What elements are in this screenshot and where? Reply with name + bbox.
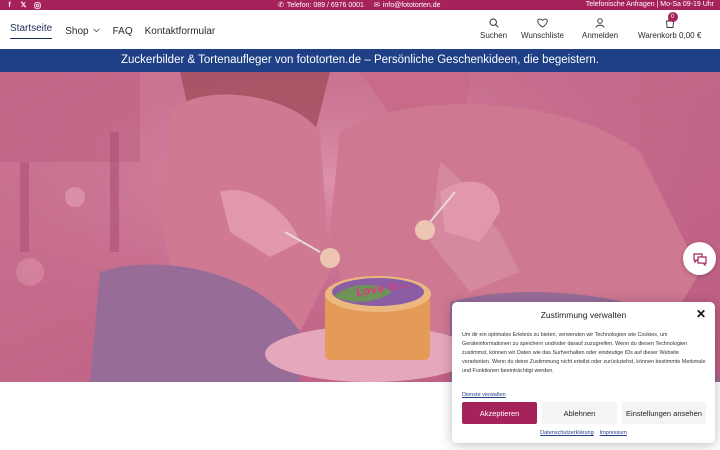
cart-button[interactable]: 0 Warenkorb 0,00 € <box>638 12 702 40</box>
login-button[interactable]: Anmelden <box>582 18 618 40</box>
manage-services-label: Dienste verwalten <box>462 392 506 398</box>
mail-icon: ✉ <box>373 2 380 9</box>
cookie-footer-links: Datenschutzerklärung Impressum <box>452 430 715 436</box>
x-twitter-icon[interactable]: 𝕏 <box>20 2 27 9</box>
cart-label: Warenkorb 0,00 € <box>638 31 702 40</box>
chevron-down-icon <box>92 27 100 35</box>
cookie-dialog-text: Um dir ein optimales Erlebnis zu bieten,… <box>462 332 706 374</box>
accept-button[interactable]: Akzeptieren <box>462 402 537 424</box>
email-label: info@fototorten.de <box>382 1 441 9</box>
login-label: Anmelden <box>582 31 619 40</box>
phone-hours: Telefonische Anfragen | Mo-Sa 09-19 Uhr <box>585 1 714 8</box>
search-label: Suchen <box>480 31 508 40</box>
promo-banner: Zuckerbilder & Tortenaufleger von fototo… <box>0 49 720 72</box>
main-nav: Startseite Shop FAQ Kontaktformular <box>10 23 215 39</box>
wishlist-button[interactable]: Wunschliste <box>521 18 564 40</box>
social-links: f 𝕏 <box>6 0 41 10</box>
page: f 𝕏 ✆ Telefon: 089 / 6976 0001 ✉ info@fo… <box>0 0 720 450</box>
nav-item-shop[interactable]: Shop <box>65 23 100 39</box>
nav-label: Shop <box>65 25 89 37</box>
cookie-dialog-title: Zustimmung verwalten <box>540 310 627 320</box>
chat-bubble-icon <box>692 252 707 266</box>
cookie-buttons: Akzeptieren Ablehnen Einstellungen anseh… <box>462 402 706 424</box>
deny-button[interactable]: Ablehnen <box>542 402 617 424</box>
top-bar: f 𝕏 ✆ Telefon: 089 / 6976 0001 ✉ info@fo… <box>0 0 720 10</box>
heart-icon <box>537 18 548 28</box>
cart-count-badge: 0 <box>667 12 678 22</box>
site-header: Startseite Shop FAQ Kontaktformular Such… <box>0 10 720 49</box>
nav-item-faq[interactable]: FAQ <box>113 23 133 39</box>
cart-icon-wrap: 0 <box>665 12 678 31</box>
nav-label: FAQ <box>112 25 133 37</box>
cookie-consent-dialog: Zustimmung verwalten ✕ Um dir ein optima… <box>452 302 715 443</box>
manage-services-link[interactable]: Dienste verwalten <box>462 383 506 401</box>
nav-item-kontaktformular[interactable]: Kontaktformular <box>145 23 216 39</box>
search-icon <box>489 18 499 28</box>
view-preferences-button[interactable]: Einstellungen ansehen <box>622 402 706 424</box>
nav-label: Kontaktformular <box>144 25 216 37</box>
wishlist-label: Wunschliste <box>521 31 564 40</box>
nav-item-startseite[interactable]: Startseite <box>10 23 53 39</box>
facebook-icon[interactable]: f <box>6 2 13 9</box>
privacy-policy-link[interactable]: Datenschutzerklärung <box>540 430 594 436</box>
search-button[interactable]: Suchen <box>480 18 507 40</box>
imprint-link[interactable]: Impressum <box>600 430 627 436</box>
contact-info: ✆ Telefon: 089 / 6976 0001 ✉ info@fototo… <box>278 0 441 10</box>
nav-label: Startseite <box>10 23 53 34</box>
phone-label: Telefon: 089 / 6976 0001 <box>286 1 364 9</box>
phone-link[interactable]: ✆ Telefon: 089 / 6976 0001 <box>278 1 364 10</box>
instagram-icon[interactable] <box>34 1 41 9</box>
user-icon <box>595 18 605 28</box>
close-icon[interactable]: ✕ <box>696 308 706 320</box>
phone-icon: ✆ <box>278 2 284 9</box>
email-link[interactable]: ✉ info@fototorten.de <box>373 1 441 10</box>
chat-widget-button[interactable] <box>683 242 716 275</box>
